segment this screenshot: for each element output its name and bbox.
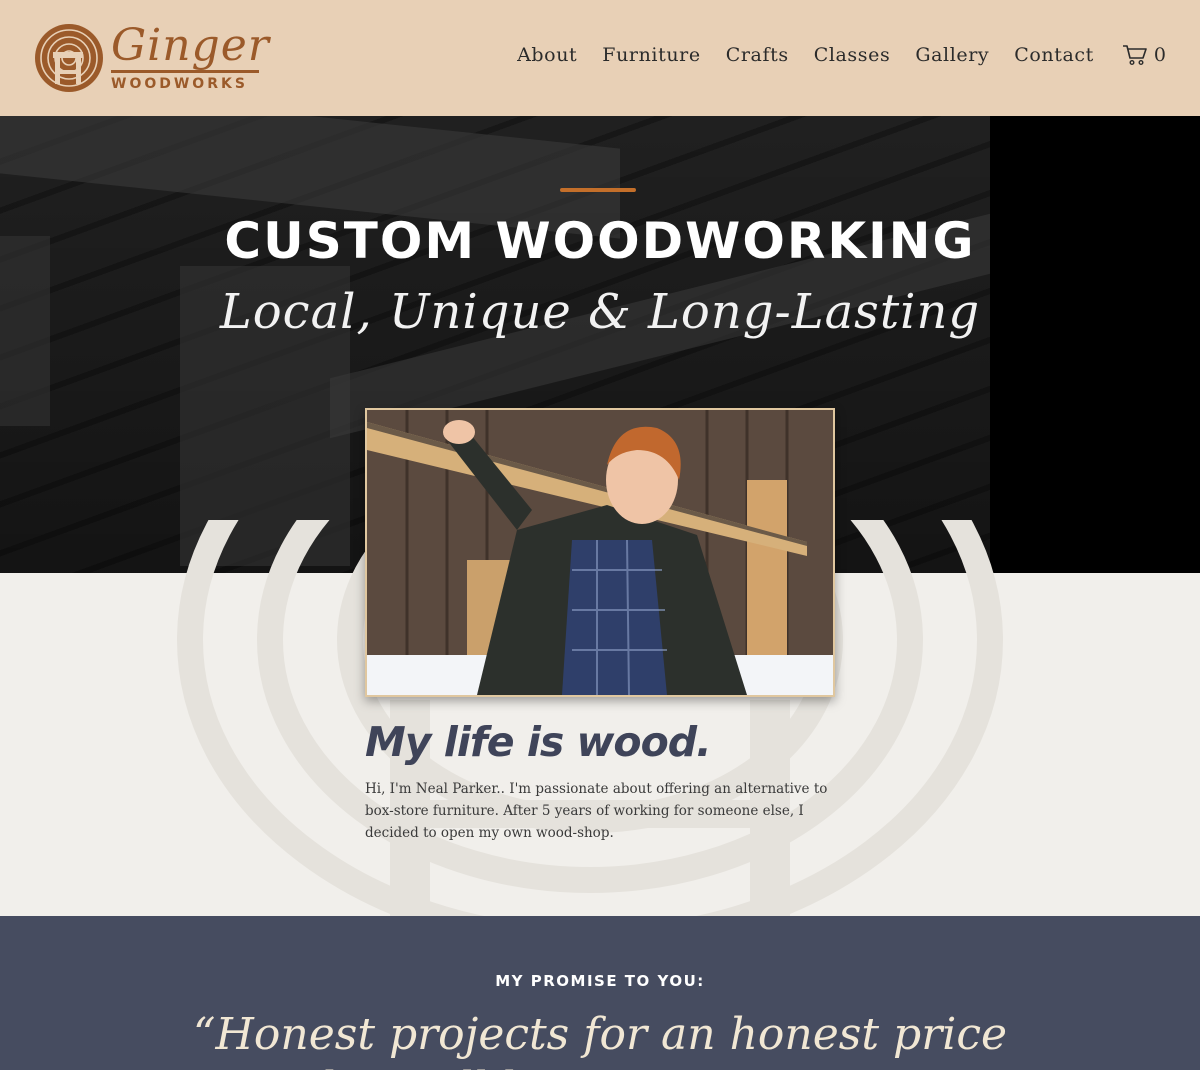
nav-classes[interactable]: Classes xyxy=(814,44,891,66)
brand-rule xyxy=(111,70,259,73)
promise-quote-line-1: “Honest projects for an honest price xyxy=(193,1009,1007,1060)
promise-quote: “Honest projects for an honest price tha… xyxy=(0,1008,1200,1070)
site-header: Ginger WOODWORKS About Furniture Crafts … xyxy=(0,0,1200,116)
portrait-illustration xyxy=(367,410,833,695)
brand-wordmark: Ginger WOODWORKS xyxy=(111,24,270,92)
hero-accent-bar xyxy=(560,188,636,192)
nav-crafts[interactable]: Crafts xyxy=(726,44,789,66)
brand-name: Ginger xyxy=(111,20,270,71)
nav-about[interactable]: About xyxy=(517,44,577,66)
shopping-cart-icon xyxy=(1122,45,1147,66)
brand-subtitle: WOODWORKS xyxy=(111,76,248,92)
log-rings-icon xyxy=(35,24,103,92)
nav-gallery[interactable]: Gallery xyxy=(915,44,989,66)
portrait-photo xyxy=(365,408,835,697)
promise-label: MY PROMISE TO YOU: xyxy=(495,972,705,990)
promise-section: MY PROMISE TO YOU: “Honest projects for … xyxy=(0,916,1200,1070)
cart-button[interactable]: 0 xyxy=(1122,44,1166,66)
intro-title: My life is wood. xyxy=(365,718,712,766)
intro-body: Hi, I'm Neal Parker.. I'm passionate abo… xyxy=(365,781,828,841)
promise-quote-line-2: that will last generations.” xyxy=(0,1062,1200,1070)
hero-title: CUSTOM WOODWORKING xyxy=(224,212,976,270)
cart-count: 0 xyxy=(1153,44,1166,66)
nav-contact[interactable]: Contact xyxy=(1014,44,1094,66)
hero-subtitle: Local, Unique & Long-Lasting xyxy=(219,284,981,340)
brand-logo[interactable]: Ginger WOODWORKS xyxy=(33,22,270,94)
nav-furniture[interactable]: Furniture xyxy=(602,44,700,66)
main-nav: About Furniture Crafts Classes Gallery C… xyxy=(492,44,1166,66)
